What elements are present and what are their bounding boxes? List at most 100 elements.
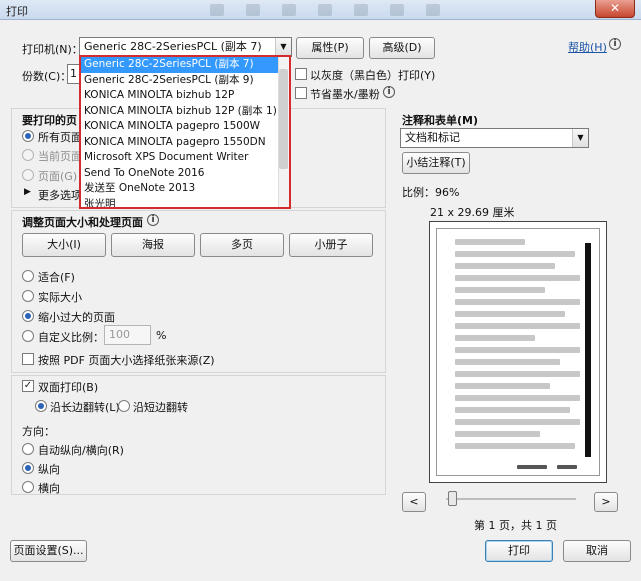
printer-option[interactable]: 发送至 OneNote 2013 [81,181,289,197]
close-icon: ✕ [609,1,621,15]
preview-page [436,228,600,476]
comments-title: 注释和表单(M) [402,114,479,127]
printer-option[interactable]: Microsoft XPS Document Writer [81,150,289,166]
more-options-link[interactable]: 更多选项 [38,187,82,203]
printer-option[interactable]: 张光明 [81,197,289,208]
page-info: 第 1 页，共 1 页 [474,519,557,532]
properties-button[interactable]: 属性(P) [296,37,364,59]
paper-source-label: 按照 PDF 页面大小选择纸张来源(Z) [38,354,215,367]
custom-scale-radio[interactable] [22,330,34,342]
orientation-title: 方向： [22,425,55,438]
print-button[interactable]: 打印 [485,540,553,562]
scrollbar-thumb[interactable] [279,69,288,169]
expand-triangle-icon[interactable]: ▶ [24,187,31,197]
toolbar-icon [426,4,440,16]
pages-to-print-title: 要打印的页 [22,114,77,127]
toolbar-icon [318,4,332,16]
landscape-radio[interactable] [22,481,34,493]
printer-label: 打印机(N)： [22,43,83,56]
auto-orientation-label: 自动纵向/横向(R) [38,444,124,457]
duplex-label: 双面打印(B) [38,381,99,394]
portrait-radio[interactable] [22,462,34,474]
window-title: 打印 [6,5,28,18]
grayscale-label: 以灰度（黑白色）打印(Y) [310,69,436,82]
actual-size-radio[interactable] [22,290,34,302]
size-tab-button[interactable]: 大小(I) [22,233,106,257]
save-ink-checkbox[interactable] [295,87,307,99]
title-bar: 打印 ✕ [0,0,641,20]
toolbar-icon [390,4,404,16]
current-page-label: 当前页面 [38,150,82,163]
save-ink-info-icon[interactable]: i [383,86,395,98]
print-preview [429,221,607,483]
auto-orientation-radio[interactable] [22,443,34,455]
chevron-left-icon: < [409,495,419,508]
chevron-down-icon[interactable]: ▼ [275,38,291,56]
toolbar-icon [282,4,296,16]
copies-label: 份数(C)： [22,70,72,83]
grayscale-checkbox[interactable] [295,68,307,80]
printer-select[interactable]: Generic 28C-2SeriesPCL (副本 7) ▼ [79,37,292,57]
short-edge-label: 沿短边翻转 [133,401,188,414]
next-page-button[interactable]: > [594,492,618,512]
page-setup-button[interactable]: 页面设置(S)... [10,540,87,562]
page-slider-track[interactable] [446,498,576,500]
toolbar-icon [210,4,224,16]
custom-scale-label: 自定义比例： [38,331,104,344]
actual-size-label: 实际大小 [38,291,82,304]
all-pages-radio[interactable] [22,130,34,142]
toolbar-icon [246,4,260,16]
duplex-checkbox[interactable]: ✓ [22,380,34,392]
copies-value: 1 [70,67,77,80]
booklet-tab-button[interactable]: 小册子 [289,233,373,257]
shrink-oversized-radio[interactable] [22,310,34,322]
printer-option[interactable]: KONICA MINOLTA bizhub 12P (副本 1) [81,104,289,120]
landscape-label: 横向 [38,482,60,495]
prev-page-button[interactable]: < [402,492,426,512]
chevron-down-icon[interactable]: ▼ [572,129,588,147]
page-sizing-info-icon[interactable]: i [147,214,159,226]
background-toolbar [60,1,560,19]
poster-tab-button[interactable]: 海报 [111,233,195,257]
all-pages-label: 所有页面 [38,131,82,144]
pages-range-radio[interactable] [22,169,34,181]
current-page-radio[interactable] [22,149,34,161]
help-info-icon[interactable]: i [609,38,621,50]
pages-range-label: 页面(G) [38,170,78,183]
printer-selected-value: Generic 28C-2SeriesPCL (副本 7) [84,40,262,53]
comments-select[interactable]: 文档和标记 ▼ [400,128,589,148]
custom-scale-value: 100 [109,328,130,341]
dropdown-items: Generic 28C-2SeriesPCL (副本 7) Generic 28C… [81,57,289,208]
summarize-comments-button[interactable]: 小结注释(T) [402,152,470,174]
cancel-button[interactable]: 取消 [563,540,631,562]
custom-scale-input[interactable]: 100 [104,325,151,345]
multiple-tab-button[interactable]: 多页 [200,233,284,257]
printer-option[interactable]: KONICA MINOLTA pagepro 1500W [81,119,289,135]
paper-source-checkbox[interactable] [22,353,34,365]
printer-option[interactable]: KONICA MINOLTA bizhub 12P [81,88,289,104]
printer-option[interactable]: Generic 28C-2SeriesPCL (副本 9) [81,73,289,89]
long-edge-label: 沿长边翻转(L) [50,401,120,414]
scale-label: 比例：96% [402,186,460,199]
percent-sign: % [156,329,167,342]
chevron-right-icon: > [601,495,611,508]
dropdown-scrollbar[interactable] [278,57,289,207]
printer-dropdown-list[interactable]: Generic 28C-2SeriesPCL (副本 7) Generic 28C… [79,55,291,209]
printer-option[interactable]: Generic 28C-2SeriesPCL (副本 7) [81,57,289,73]
page-sizing-title: 调整页面大小和处理页面 [22,216,143,229]
fit-radio[interactable] [22,270,34,282]
printer-option[interactable]: KONICA MINOLTA pagepro 1550DN [81,135,289,151]
fit-label: 适合(F) [38,271,75,284]
close-button[interactable]: ✕ [595,0,635,18]
paper-size-label: 21 x 29.69 厘米 [430,206,515,219]
shrink-oversized-label: 缩小过大的页面 [38,311,115,324]
long-edge-radio[interactable] [35,400,47,412]
short-edge-radio[interactable] [118,400,130,412]
portrait-label: 纵向 [38,463,60,476]
help-link[interactable]: 帮助(H) [568,39,607,55]
advanced-button[interactable]: 高级(D) [369,37,435,59]
toolbar-icon [354,4,368,16]
comments-selected-value: 文档和标记 [405,131,460,144]
printer-option[interactable]: Send To OneNote 2016 [81,166,289,182]
page-slider-thumb[interactable] [448,491,457,506]
